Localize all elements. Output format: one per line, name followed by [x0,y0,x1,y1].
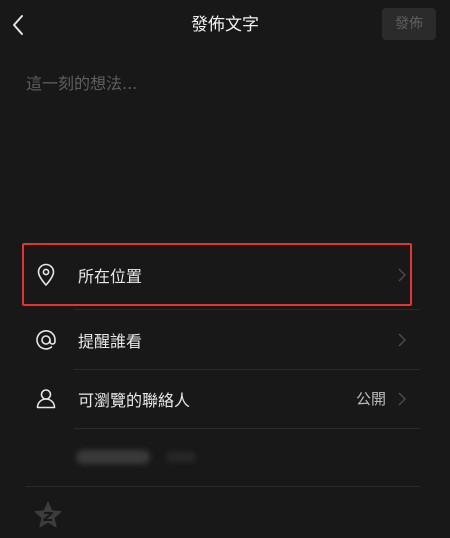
person-icon [34,387,58,411]
back-button[interactable] [4,8,32,42]
publish-button[interactable]: 發佈 [382,8,436,40]
star-icon[interactable] [33,500,63,530]
at-sign-icon [34,328,58,352]
mention-option[interactable]: 提醒誰看 [26,311,418,368]
location-label: 所在位置 [78,266,143,286]
bottom-divider [26,486,420,487]
chevron-right-icon [396,332,408,348]
chevron-left-icon [13,15,23,35]
post-text-input[interactable] [26,68,424,228]
top-bar: 發佈文字 發佈 [0,0,450,50]
visibility-label: 可瀏覽的聯絡人 [78,390,191,410]
visibility-value: 公開 [355,390,386,408]
chevron-right-icon [396,391,408,407]
divider [74,309,420,310]
divider [74,428,420,429]
blurred-text [166,452,196,462]
location-option[interactable]: 所在位置 [26,246,418,303]
blurred-option-row[interactable] [76,446,196,468]
mention-label: 提醒誰看 [78,331,143,351]
chevron-right-icon [396,267,408,283]
visibility-option[interactable]: 可瀏覽的聯絡人 公開 [26,370,418,427]
location-pin-icon [34,263,58,287]
blurred-text [76,450,150,464]
